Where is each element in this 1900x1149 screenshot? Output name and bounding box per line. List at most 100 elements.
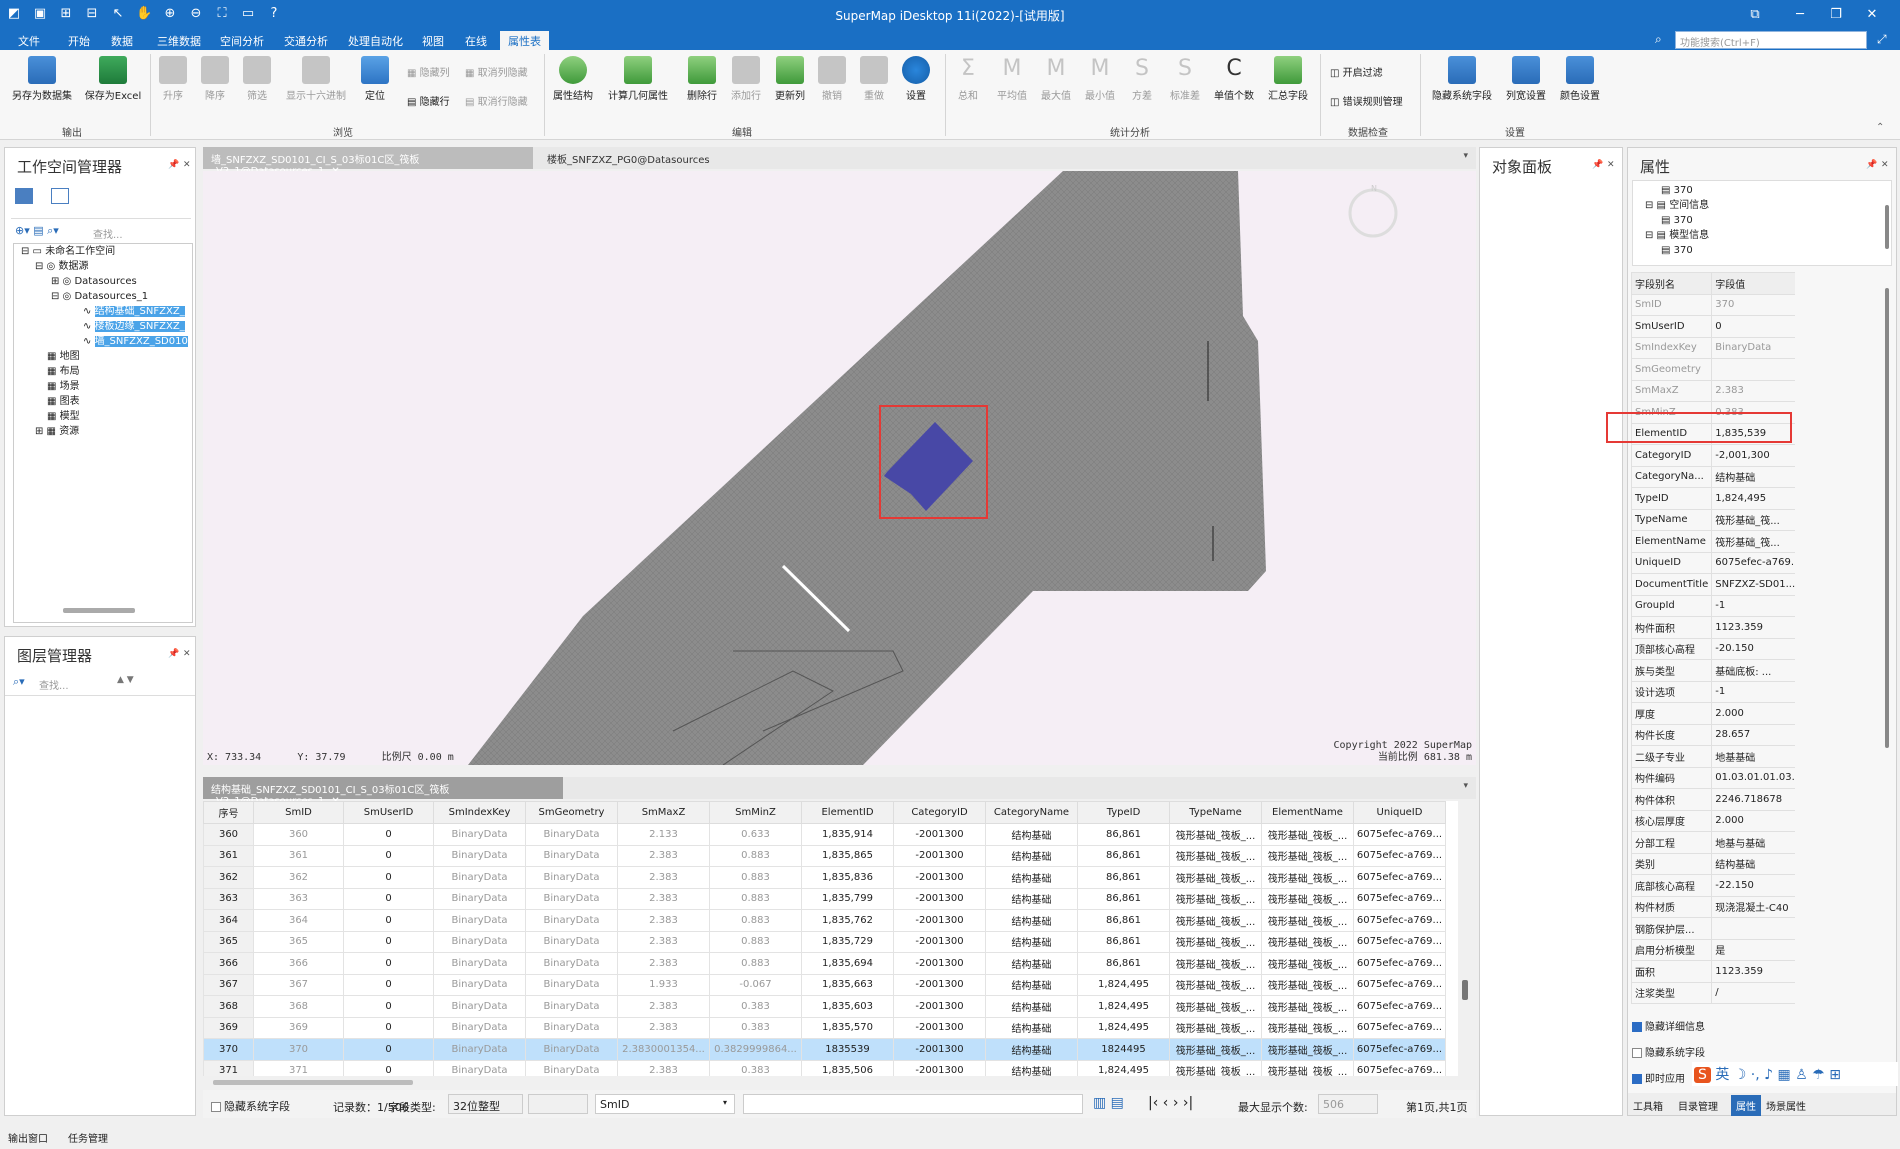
pin-icon[interactable]: 📌 <box>168 160 179 170</box>
column-header[interactable]: SmIndexKey <box>433 801 526 824</box>
tree-dataset-3[interactable]: ∿ 墙_SNFZXZ_SD010 <box>17 334 188 349</box>
output-window-tab[interactable]: 输出窗口 <box>8 1130 48 1145</box>
table-cell[interactable]: 筏形基础_筏板_... <box>1169 1038 1262 1061</box>
property-value[interactable]: 370 <box>1711 293 1795 316</box>
property-row[interactable]: 二级子专业 地基基础 <box>1631 745 1795 768</box>
scrollbar[interactable] <box>1885 205 1889 249</box>
save-as-excel-button[interactable]: 保存为Excel <box>82 56 144 102</box>
property-row[interactable]: TypeID 1,824,495 <box>1631 487 1795 510</box>
property-value[interactable]: 地基基础 <box>1711 745 1795 768</box>
menu-start[interactable]: 开始 <box>64 33 94 50</box>
table-cell[interactable]: 86,861 <box>1077 866 1170 889</box>
table-cell[interactable]: 筏形基础_筏板_... <box>1169 995 1262 1018</box>
property-value[interactable] <box>1711 917 1795 940</box>
show-hex-button[interactable]: 显示十六进制 <box>281 56 351 102</box>
table-cell[interactable]: 结构基础 <box>985 930 1078 953</box>
table-cell[interactable]: 0.883 <box>709 909 802 932</box>
table-cell[interactable]: 6075efec-a769... <box>1353 1016 1446 1039</box>
table-cell[interactable]: 筏形基础_筏板_... <box>1169 909 1262 932</box>
table-cell[interactable]: 2.383 <box>617 930 710 953</box>
move-up-icon[interactable]: ▲ ▼ <box>117 675 134 685</box>
color-settings-button[interactable]: 颜色设置 <box>1556 56 1604 102</box>
tree-layouts[interactable]: ▦ 布局 <box>17 364 188 379</box>
property-row[interactable]: 注浆类型 / <box>1631 981 1795 1004</box>
table-cell[interactable]: 362 <box>253 866 344 889</box>
property-row[interactable]: 构件编码 01.03.01.01.03... <box>1631 766 1795 789</box>
expand-icon[interactable]: ⤢ <box>1877 32 1887 47</box>
table-cell[interactable]: 0 <box>343 930 434 953</box>
table-cell[interactable]: 0.883 <box>709 887 802 910</box>
table-cell[interactable]: -2001300 <box>893 1059 986 1076</box>
instant-apply-checkbox[interactable]: 即时应用 <box>1632 1070 1685 1085</box>
table-cell[interactable]: BinaryData <box>525 844 618 867</box>
property-row[interactable]: 构件体积 2246.718678 <box>1631 788 1795 811</box>
function-search-input[interactable]: 功能搜索(Ctrl+F) <box>1675 31 1867 49</box>
locate-button[interactable]: 定位 <box>357 56 393 102</box>
property-value[interactable]: 6075efec-a769... <box>1711 551 1795 574</box>
table-cell[interactable]: 2.383 <box>617 952 710 975</box>
ribbon-toggle-icon[interactable]: ⧉ <box>1745 6 1765 24</box>
table-cell[interactable]: BinaryData <box>525 973 618 996</box>
table-row[interactable]: 366 366 0 BinaryData BinaryData 2.383 0.883 1,8… <box>203 952 1446 975</box>
summary-field-button[interactable]: 汇总字段 <box>1264 56 1312 102</box>
table-cell[interactable]: 0 <box>343 1038 434 1061</box>
grid-horizontal-scrollbar[interactable] <box>213 1080 413 1085</box>
table-cell[interactable]: 362 <box>203 866 254 889</box>
sort-desc-button[interactable]: 降序 <box>199 56 231 102</box>
property-row[interactable]: 面积 1123.359 <box>1631 960 1795 983</box>
menu-3d-data[interactable]: 三维数据 <box>153 33 205 50</box>
table-cell[interactable]: 6075efec-a769... <box>1353 844 1446 867</box>
column-header[interactable]: TypeName <box>1169 801 1262 824</box>
property-value[interactable]: -22.150 <box>1711 874 1795 897</box>
table-cell[interactable]: 筏形基础_筏板_... <box>1261 887 1354 910</box>
table-cell[interactable]: 1,835,570 <box>801 1016 894 1039</box>
table-cell[interactable]: 6075efec-a769... <box>1353 973 1446 996</box>
split-view-icon[interactable]: ▥ ▤ <box>1093 1095 1124 1111</box>
table-cell[interactable]: BinaryData <box>433 973 526 996</box>
hide-sys-checkbox[interactable]: 隐藏系统字段 <box>1632 1044 1705 1059</box>
close-icon[interactable]: ✕ <box>1607 160 1615 170</box>
pager-icons[interactable]: |‹ ‹ › ›| <box>1148 1095 1193 1111</box>
table-cell[interactable]: BinaryData <box>433 930 526 953</box>
task-manager-tab[interactable]: 任务管理 <box>68 1130 108 1145</box>
table-row[interactable]: 367 367 0 BinaryData BinaryData 1.933 -0.067 1,… <box>203 973 1446 996</box>
table-cell[interactable]: 筏形基础_筏板_... <box>1261 823 1354 846</box>
max-display-value[interactable]: 506 <box>1318 1094 1378 1114</box>
table-cell[interactable]: BinaryData <box>433 1038 526 1061</box>
open-datasource-icon[interactable]: ⊕▾ ▤ ⌕▾ <box>15 224 59 238</box>
table-row[interactable]: 361 361 0 BinaryData BinaryData 2.383 0.883 1,8… <box>203 844 1446 867</box>
property-value[interactable]: / <box>1711 981 1795 1004</box>
hide-detail-checkbox[interactable]: 隐藏详细信息 <box>1632 1018 1705 1033</box>
horizontal-scrollbar[interactable] <box>63 608 135 613</box>
tree-charts[interactable]: ▦ 图表 <box>17 394 188 409</box>
property-row[interactable]: 设计选项 -1 <box>1631 680 1795 703</box>
tree-model-info[interactable]: ⊟ ▤ 模型信息 <box>1645 228 1709 243</box>
table-cell[interactable]: 筏形基础_筏板_... <box>1169 866 1262 889</box>
table-cell[interactable]: 367 <box>203 973 254 996</box>
table-cell[interactable]: -2001300 <box>893 866 986 889</box>
table-cell[interactable]: 86,861 <box>1077 952 1170 975</box>
table-cell[interactable]: 结构基础 <box>985 844 1078 867</box>
table-cell[interactable]: BinaryData <box>433 995 526 1018</box>
property-value[interactable]: 基础底板: ... <box>1711 659 1795 682</box>
save-as-dataset-button[interactable]: 另存为数据集 <box>8 56 76 102</box>
attribute-tab[interactable]: 结构基础_SNFZXZ_SD0101_CI_S_03标01C区_筏板_V2_1@… <box>203 777 563 807</box>
table-cell[interactable]: 0 <box>343 844 434 867</box>
workspace-list-icon[interactable] <box>51 188 69 204</box>
pin-icon[interactable]: 📌 <box>1866 160 1877 170</box>
table-cell[interactable]: -2001300 <box>893 844 986 867</box>
table-cell[interactable]: 0.383 <box>709 1016 802 1039</box>
property-row[interactable]: 构件面积 1123.359 <box>1631 616 1795 639</box>
error-rules-button[interactable]: ◫ 错误规则管理 <box>1330 93 1403 108</box>
table-cell[interactable]: 结构基础 <box>985 1059 1078 1076</box>
tree-dataset-1[interactable]: ∿ 结构基础_SNFZXZ_ <box>17 304 188 319</box>
table-cell[interactable]: 1,835,836 <box>801 866 894 889</box>
property-row[interactable]: ElementName 筏形基础_筏... <box>1631 530 1795 553</box>
table-cell[interactable]: 6075efec-a769... <box>1353 1038 1446 1061</box>
hide-column-button[interactable]: ▦ 隐藏列 <box>407 64 450 79</box>
filter-button[interactable]: 筛选 <box>241 56 273 102</box>
tree-dataset-2[interactable]: ∿ 楼板边缘_SNFZXZ_ <box>17 319 188 334</box>
property-row[interactable]: 构件材质 现浇混凝土-C40 <box>1631 895 1795 918</box>
table-cell[interactable]: 筏形基础_筏板_... <box>1169 1059 1262 1076</box>
table-cell[interactable]: BinaryData <box>525 930 618 953</box>
